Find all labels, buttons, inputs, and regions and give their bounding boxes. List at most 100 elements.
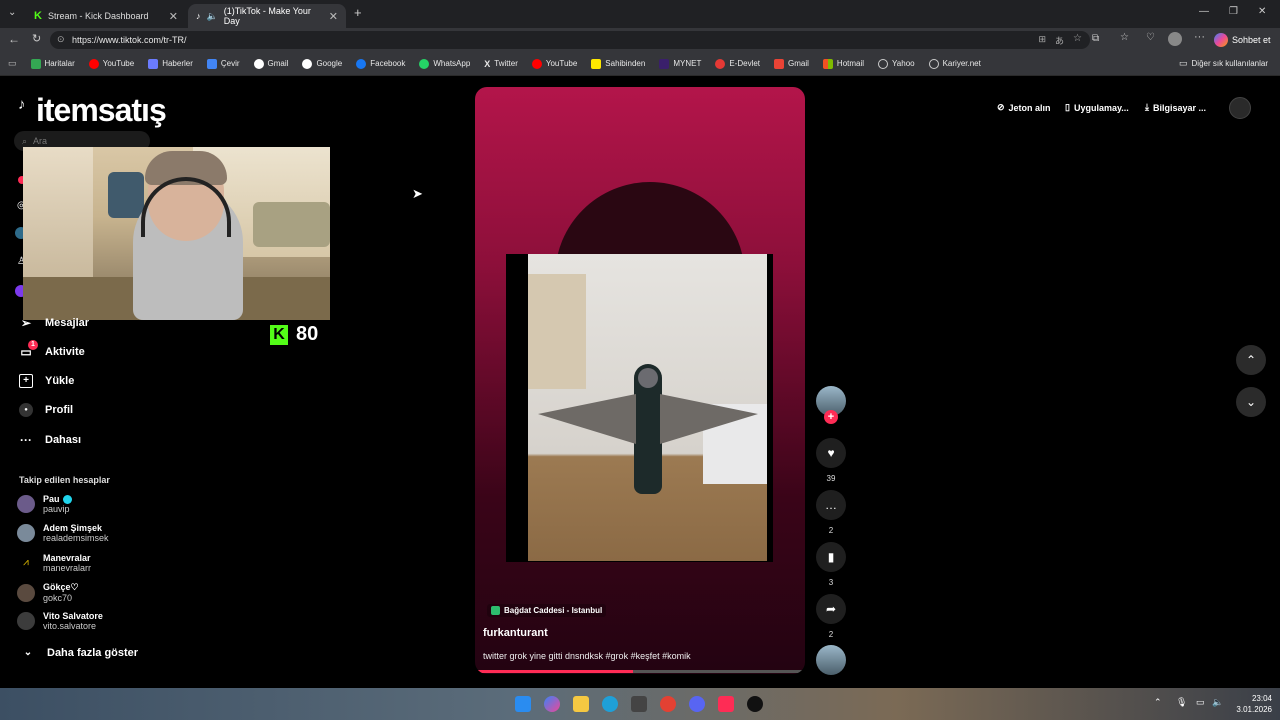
address-bar[interactable]: ⊙ https://www.tiktok.com/tr-TR/ ⊞ あ ☆ [50,31,1090,49]
following-item[interactable]: Pau pauvip [17,494,72,514]
sidebar-item-activity[interactable]: ▭ 1 Aktivite [19,340,85,359]
star-icon[interactable]: ☆ [1073,33,1082,44]
back-icon[interactable]: ← [8,32,20,46]
tab-list-icon[interactable]: ⌄ [8,7,16,18]
chrome-icon[interactable] [660,696,676,712]
tiktok-logo-icon[interactable]: ♪ [18,96,26,113]
network-icon[interactable]: ▭ [1196,697,1205,708]
bookmark-twitter[interactable]: X Twitter [484,59,518,69]
get-app-button[interactable]: ▯ Uygulamay... [1065,102,1129,113]
bookmark-facebook[interactable]: Facebook [356,58,405,69]
bookmark-yahoo[interactable]: Yahoo [878,58,915,69]
desktop-app-button[interactable]: ⤓ Bilgisayar ... [1145,102,1206,113]
close-icon[interactable]: ✕ [169,10,178,23]
sidebar-item-upload[interactable]: + Yükle [19,374,74,388]
copilot-chat-button[interactable]: Sohbet et [1214,31,1271,49]
discord-icon[interactable] [689,696,705,712]
bookmark-sahibinden[interactable]: Sahibinden [591,58,645,69]
minimize-icon[interactable]: — [1199,6,1209,17]
pigeon-left-wing [538,394,636,444]
window-close-icon[interactable]: ✕ [1258,6,1266,17]
bookmark-hotmail[interactable]: Hotmail [822,58,864,69]
bookmark-google[interactable]: Google [302,58,342,69]
app-available-icon[interactable]: ⊞ [1038,34,1046,45]
bookmark-edevlet[interactable]: E-Devlet [715,58,760,69]
bookmark-haritalar[interactable]: Haritalar [30,58,75,69]
bookmark-youtube-2[interactable]: YouTube [531,58,577,69]
video-player[interactable]: Bağdat Caddesi - Istanbul furkanturant t… [475,87,805,674]
tray-overflow-icon[interactable]: ⌃ [1154,697,1162,708]
windows-taskbar: ⌃ 🎙 ▭ 🔈 23:04 3.01.2026 [0,688,1280,720]
next-video-button[interactable]: ⌄ [1236,387,1266,417]
new-tab-icon[interactable]: + [354,5,362,20]
extensions-icon[interactable]: ⧉ [1092,33,1099,44]
tab-tiktok[interactable]: ♪ 🔈 (1)TikTok - Make Your Day ✕ [188,4,346,28]
bookmark-haberler[interactable]: Haberler [148,58,193,69]
browser-tab-bar: ⌄ K Stream - Kick Dashboard ✕ ♪ 🔈 (1)Tik… [0,0,1280,28]
activity-badge: 1 [28,340,38,350]
globe-icon [878,58,889,69]
chevron-down-icon: ⌄ [1245,395,1257,409]
chat-label: Sohbet et [1232,35,1271,45]
site-info-icon[interactable]: ⊙ [57,34,65,45]
bookmark-gmail[interactable]: Gmail [253,58,288,69]
following-item[interactable]: Gökçe♡ gokc70 [17,582,79,603]
x-icon: X [484,58,491,69]
tab-kick-dashboard[interactable]: K Stream - Kick Dashboard ✕ [26,4,186,28]
bookmark-gmail-2[interactable]: Gmail [774,58,809,69]
bookmark-whatsapp[interactable]: WhatsApp [419,58,470,69]
coin-icon: ⊘ [997,102,1005,112]
maps-icon [30,58,41,69]
comment-button[interactable]: … 2 [816,490,846,535]
sidebar-item-messages[interactable]: ➢ Mesajlar [19,316,89,330]
share-button[interactable]: ➦ 2 [816,594,846,639]
translate-icon[interactable]: あ [1055,34,1064,47]
chevron-down-icon: ⌄ [23,647,33,658]
save-button[interactable]: ▮ 3 [816,542,846,587]
obs-icon[interactable] [747,696,763,712]
tiktok-icon[interactable] [718,696,734,712]
reload-icon[interactable]: ↻ [32,32,41,45]
bookmark-kariyer[interactable]: Kariyer.net [928,58,981,69]
following-item[interactable]: Vito Salvatore vito.salvatore [17,611,103,631]
other-bookmarks-folder[interactable]: ▭ Diğer sık kullanılanlar [1179,58,1268,69]
favorites-icon[interactable]: ☆ [1120,32,1129,43]
like-button[interactable]: ♥ 39 [816,438,846,483]
share-arrow-icon: ➦ [816,594,846,624]
heart-icon: ♥ [816,438,846,468]
following-item[interactable]: Adem Şimşek realademsimsek [17,523,109,543]
file-explorer-icon[interactable] [573,696,589,712]
sidebar-toggle-icon[interactable]: ▭ [8,58,17,69]
store-icon[interactable] [631,696,647,712]
video-author[interactable]: furkanturant [483,627,548,639]
music-disc-avatar[interactable] [816,645,846,675]
more-options-icon[interactable]: ··· [1194,31,1205,43]
edge-icon[interactable] [602,696,618,712]
show-more-button[interactable]: ⌄ Daha fazla göster [21,646,138,660]
follow-plus-icon[interactable]: + [824,410,838,424]
bookmark-mynet[interactable]: MYNET [659,58,701,69]
clock[interactable]: 23:04 3.01.2026 [1232,693,1272,715]
facebook-icon [356,58,367,69]
collections-icon[interactable]: ♡ [1146,32,1155,43]
previous-video-button[interactable]: ⌃ [1236,345,1266,375]
microphone-icon[interactable]: 🎙 [1176,697,1187,708]
bookmark-cevir[interactable]: Çevir [206,58,240,69]
user-avatar[interactable] [1229,97,1251,119]
speaker-icon[interactable]: 🔈 [207,11,218,22]
volume-icon[interactable]: 🔈 [1212,697,1223,708]
progress-track[interactable] [475,670,805,673]
start-icon[interactable] [515,696,531,712]
tab-label: (1)TikTok - Make Your Day [223,6,311,26]
following-item[interactable]: ⩘ Manevralar manevralarr [17,553,91,573]
bookmark-youtube[interactable]: YouTube [88,58,134,69]
profile-avatar[interactable] [1168,32,1182,46]
sidebar-item-more[interactable]: ··· Dahası [19,433,81,447]
location-tag[interactable]: Bağdat Caddesi - Istanbul [487,604,607,617]
copilot-icon[interactable] [544,696,560,712]
sidebar-item-profile[interactable]: ● Profil [19,403,73,417]
comment-icon: … [816,490,846,520]
get-coins-button[interactable]: ⊘ Jeton alın [997,102,1051,113]
maximize-icon[interactable]: ❐ [1229,6,1238,17]
close-icon[interactable]: ✕ [329,10,338,23]
